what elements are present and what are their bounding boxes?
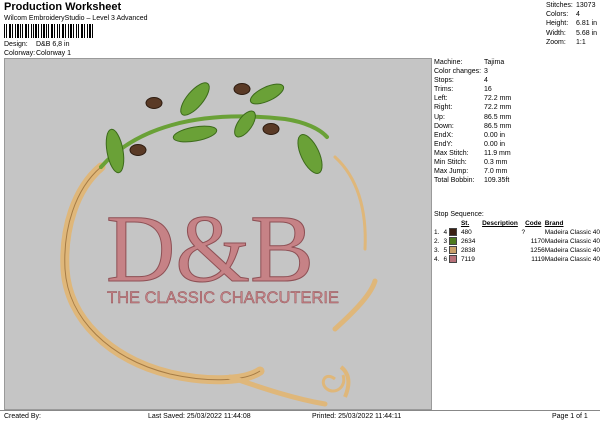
stitch-count: 480 xyxy=(460,229,472,236)
info-value: 0.00 in xyxy=(484,140,506,148)
info-value: 4 xyxy=(484,77,488,85)
brand: Madeira Classic 40 xyxy=(544,229,600,236)
stop-sequence-label: Stop Sequence: xyxy=(434,211,484,218)
stat-value: 4 xyxy=(576,11,580,19)
info-label: EndX: xyxy=(434,131,454,139)
stat-label: Zoom: xyxy=(546,38,566,46)
info-value: 16 xyxy=(484,86,492,94)
info-value: 72.2 mm xyxy=(484,104,512,112)
info-value: 0.00 in xyxy=(484,131,506,139)
info-value: 3 xyxy=(484,68,488,76)
col-index xyxy=(434,219,443,228)
row-index: 1. xyxy=(434,229,440,236)
table-row: 4. 6 7119 1119 Madeira Classic 40 xyxy=(434,255,600,264)
info-label: Total Bobbin: xyxy=(434,177,475,185)
color-swatch xyxy=(448,246,457,255)
stitch-count: 2838 xyxy=(460,247,476,254)
description: ? xyxy=(521,229,526,236)
table-row: 2. 3 2634 1170 Madeira Classic 40 xyxy=(434,237,600,246)
info-label: Up: xyxy=(434,113,445,121)
info-value: 0.3 mm xyxy=(484,159,508,167)
brand: Madeira Classic 40 xyxy=(544,256,600,263)
page-number: Page 1 of 1 xyxy=(552,413,588,420)
monogram-text: D&B xyxy=(106,195,314,302)
color-num: 3 xyxy=(443,238,448,245)
col-brand: Brand xyxy=(544,220,564,227)
row-index: 3. xyxy=(434,247,440,254)
color-num: 6 xyxy=(443,256,448,263)
row-index: 4. xyxy=(434,256,440,263)
info-label: Max Jump: xyxy=(434,168,469,176)
dnb-logo: D&B THE CLASSIC CHARCUTERIE xyxy=(60,82,378,407)
design-value: D&B 6,8 in xyxy=(36,41,70,48)
table-row: 1. 4 480 ? Madeira Classic 40 xyxy=(434,228,600,237)
info-label: Right: xyxy=(434,104,453,112)
description xyxy=(482,255,525,264)
colorway-value: Colorway 1 xyxy=(36,50,72,57)
stat-label: Width: xyxy=(546,29,566,37)
code: 1256 xyxy=(530,247,545,254)
stop-sequence: Stop Sequence: St. Description Code Bran… xyxy=(434,210,600,264)
info-label: Max Stitch: xyxy=(434,149,469,157)
brand: Madeira Classic 40 xyxy=(544,238,600,245)
machine-info: Machine: Tajima Color changes: 3 Stops: 4 T… xyxy=(434,58,600,185)
barcode xyxy=(4,24,93,38)
color-num: 4 xyxy=(443,229,448,236)
stat-value: 13073 xyxy=(576,2,596,9)
last-saved: Last Saved: 25/03/2022 11:44:08 xyxy=(148,413,251,420)
col-description: Description xyxy=(482,220,518,227)
info-label: Trims: xyxy=(434,86,454,94)
colorway-label: Colorway: xyxy=(4,50,36,57)
description xyxy=(482,246,525,255)
stitch-count: 7119 xyxy=(460,256,475,263)
color-swatch xyxy=(448,228,457,237)
stat-label: Colors: xyxy=(546,11,569,19)
page-title: Production Worksheet xyxy=(4,1,122,13)
info-value: 86.5 mm xyxy=(484,113,512,121)
info-value: 86.5 mm xyxy=(484,122,512,130)
stat-label: Height: xyxy=(546,20,569,28)
info-label: EndY: xyxy=(434,140,453,148)
design-label: Design: xyxy=(4,41,28,48)
info-value: 7.0 mm xyxy=(484,168,508,176)
stat-label: Stitches: xyxy=(546,2,573,9)
color-swatch xyxy=(448,237,457,246)
description xyxy=(482,237,525,246)
stat-value: 1:1 xyxy=(576,38,586,46)
info-label: Left: xyxy=(434,95,448,103)
summary-stats: Stitches: 13073 Colors: 4 Height: 6.81 in W… xyxy=(546,1,600,47)
info-value: 11.9 mm xyxy=(484,149,511,157)
info-value: 72.2 mm xyxy=(484,95,512,103)
table-row: 3. 5 2838 1256 Madeira Classic 40 xyxy=(434,246,600,255)
stat-value: 5.68 in xyxy=(576,29,598,37)
footer: Created By: Last Saved: 25/03/2022 11:44… xyxy=(0,410,600,425)
brand: Madeira Classic 40 xyxy=(544,247,600,254)
code: 1170 xyxy=(530,238,545,245)
stat-value: 6.81 in xyxy=(576,20,598,28)
tagline-text: THE CLASSIC CHARCUTERIE xyxy=(107,289,339,307)
color-num: 5 xyxy=(443,247,448,254)
code xyxy=(525,228,545,237)
stop-sequence-table: St. Description Code Brand 1. 4 480 ? Ma… xyxy=(434,219,600,264)
col-color xyxy=(443,219,460,228)
info-label: Min Stitch: xyxy=(434,159,467,167)
created-by: Created By: xyxy=(4,413,41,420)
info-value: 109.35ft xyxy=(484,177,510,185)
col-code: Code xyxy=(525,220,542,227)
col-st: St. xyxy=(460,220,470,227)
row-index: 2. xyxy=(434,238,440,245)
code: 1119 xyxy=(531,256,545,263)
info-label: Machine: xyxy=(434,59,463,66)
info-label: Stops: xyxy=(434,77,454,85)
info-label: Down: xyxy=(434,122,454,130)
info-value: Tajima xyxy=(484,59,505,66)
color-swatch xyxy=(448,255,457,264)
design-preview: D&B THE CLASSIC CHARCUTERIE xyxy=(4,58,432,410)
info-label: Color changes: xyxy=(434,68,482,76)
stitch-count: 2634 xyxy=(460,238,476,245)
printed-date: Printed: 25/03/2022 11:44:11 xyxy=(312,413,402,420)
software-name: Wilcom EmbroideryStudio – Level 3 Advanc… xyxy=(4,15,148,22)
